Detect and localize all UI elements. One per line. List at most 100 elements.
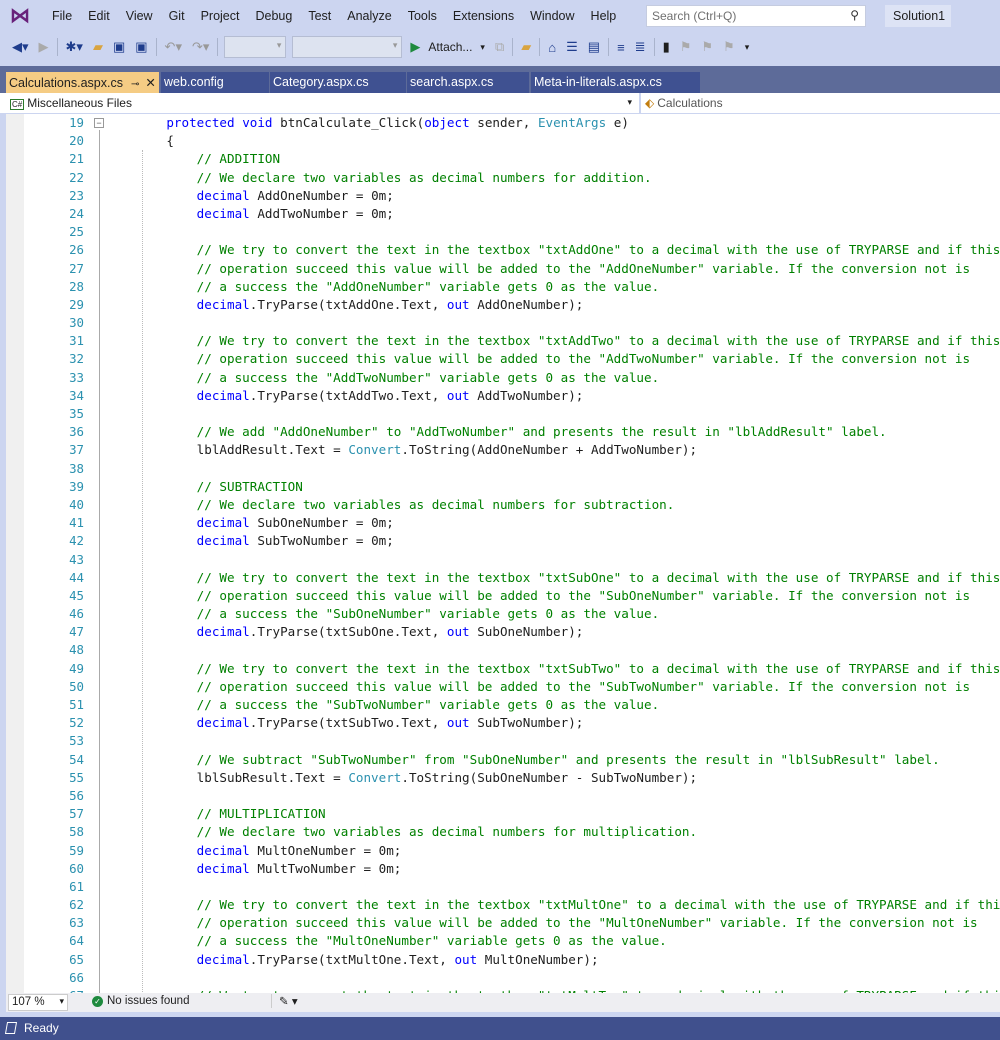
code-line[interactable]: [136, 641, 1000, 659]
home-icon[interactable]: ⌂: [546, 40, 558, 55]
code-line[interactable]: [136, 223, 1000, 241]
menu-help[interactable]: Help: [583, 9, 625, 23]
code-line[interactable]: // operation succeed this value will be …: [136, 678, 1000, 696]
find-in-files-icon[interactable]: ▰: [519, 39, 533, 55]
code-line[interactable]: // a success the "AddOneNumber" variable…: [136, 278, 1000, 296]
code-line[interactable]: decimal.TryParse(txtAddTwo.Text, out Add…: [136, 387, 1000, 405]
comment-icon[interactable]: ≡: [615, 40, 627, 55]
tab-calculations[interactable]: Calculations.aspx.cs ⊸ ✕: [6, 72, 159, 93]
platform-dropdown[interactable]: [292, 36, 403, 58]
uncomment-icon[interactable]: ≣: [633, 39, 648, 55]
code-line[interactable]: lblSubResult.Text = Convert.ToString(Sub…: [136, 769, 1000, 787]
code-line[interactable]: decimal SubOneNumber = 0m;: [136, 514, 1000, 532]
forward-icon[interactable]: ▶: [37, 39, 51, 55]
code-line[interactable]: // We declare two variables as decimal n…: [136, 496, 1000, 514]
code-line[interactable]: [136, 405, 1000, 423]
solution-name[interactable]: Solution1: [885, 5, 951, 27]
code-line[interactable]: // We subtract "SubTwoNumber" from "SubO…: [136, 751, 1000, 769]
code-line[interactable]: // We try to convert the text in the tex…: [136, 896, 1000, 914]
visual-studio-logo-icon[interactable]: ⋈: [10, 5, 36, 27]
menu-file[interactable]: File: [44, 9, 80, 23]
code-text[interactable]: protected void btnCalculate_Click(object…: [136, 114, 1000, 993]
code-line[interactable]: lblAddResult.Text = Convert.ToString(Add…: [136, 441, 1000, 459]
code-line[interactable]: // operation succeed this value will be …: [136, 260, 1000, 278]
code-line[interactable]: [136, 314, 1000, 332]
code-line[interactable]: decimal SubTwoNumber = 0m;: [136, 532, 1000, 550]
save-icon[interactable]: ▣: [111, 39, 127, 55]
code-line[interactable]: // ADDITION: [136, 150, 1000, 168]
code-line[interactable]: // operation succeed this value will be …: [136, 350, 1000, 368]
attach-button[interactable]: Attach...: [428, 40, 472, 54]
code-line[interactable]: decimal.TryParse(txtSubOne.Text, out Sub…: [136, 623, 1000, 641]
code-line[interactable]: decimal AddTwoNumber = 0m;: [136, 205, 1000, 223]
code-line[interactable]: // We try to convert the text in the tex…: [136, 569, 1000, 587]
search-input[interactable]: Search (Ctrl+Q) ⚲: [646, 5, 866, 27]
code-editor[interactable]: 19 20 21 22 23 24 25 26 27 28 29 30 31 32 33 34 35 36 37 38…: [6, 114, 1000, 993]
back-icon[interactable]: ◀▾: [10, 39, 31, 55]
code-line[interactable]: [136, 732, 1000, 750]
tab-web-config[interactable]: web.config: [161, 72, 269, 93]
browser-link-icon[interactable]: ⧉: [493, 39, 506, 55]
save-all-icon[interactable]: ▣: [133, 39, 149, 55]
menu-debug[interactable]: Debug: [247, 9, 300, 23]
code-line[interactable]: // a success the "SubTwoNumber" variable…: [136, 696, 1000, 714]
code-line[interactable]: // a success the "AddTwoNumber" variable…: [136, 369, 1000, 387]
code-line[interactable]: decimal.TryParse(txtSubTwo.Text, out Sub…: [136, 714, 1000, 732]
code-line[interactable]: // We declare two variables as decimal n…: [136, 823, 1000, 841]
previous-bookmark-icon[interactable]: ⚑: [678, 39, 694, 55]
menu-analyze[interactable]: Analyze: [339, 9, 399, 23]
configuration-dropdown[interactable]: [224, 36, 287, 58]
issues-indicator[interactable]: ✓ No issues found: [92, 995, 189, 1007]
tab-meta-in-literals[interactable]: Meta-in-literals.aspx.cs: [531, 72, 700, 93]
member-dropdown[interactable]: ⬖ Calculations: [639, 93, 723, 113]
code-line[interactable]: // We try to convert the text in the tex…: [136, 241, 1000, 259]
project-dropdown[interactable]: C# Miscellaneous Files ▾: [6, 93, 634, 113]
code-line[interactable]: {: [136, 132, 1000, 150]
code-line[interactable]: decimal MultOneNumber = 0m;: [136, 842, 1000, 860]
code-line[interactable]: [136, 551, 1000, 569]
code-line[interactable]: decimal.TryParse(txtMultOne.Text, out Mu…: [136, 951, 1000, 969]
menu-window[interactable]: Window: [522, 9, 582, 23]
code-line[interactable]: decimal.TryParse(txtAddOne.Text, out Add…: [136, 296, 1000, 314]
pin-icon[interactable]: ⊸: [131, 79, 139, 90]
code-line[interactable]: [136, 460, 1000, 478]
menu-git[interactable]: Git: [161, 9, 193, 23]
code-line[interactable]: [136, 787, 1000, 805]
code-line[interactable]: decimal MultTwoNumber = 0m;: [136, 860, 1000, 878]
menu-extensions[interactable]: Extensions: [445, 9, 522, 23]
zoom-dropdown[interactable]: 107 %: [8, 994, 68, 1011]
tab-category[interactable]: Category.aspx.cs: [270, 72, 406, 93]
code-line[interactable]: // We try to convert the text in the tex…: [136, 660, 1000, 678]
toolbar-overflow-icon[interactable]: ▾: [743, 42, 752, 53]
menu-tools[interactable]: Tools: [400, 9, 445, 23]
redo-icon[interactable]: ↷▾: [190, 39, 211, 55]
code-line[interactable]: // operation succeed this value will be …: [136, 587, 1000, 605]
start-icon[interactable]: ▶: [408, 39, 422, 55]
properties-icon[interactable]: ▤: [586, 39, 602, 55]
code-line[interactable]: protected void btnCalculate_Click(object…: [136, 114, 1000, 132]
code-line[interactable]: decimal AddOneNumber = 0m;: [136, 187, 1000, 205]
menu-edit[interactable]: Edit: [80, 9, 118, 23]
code-line[interactable]: // a success the "SubOneNumber" variable…: [136, 605, 1000, 623]
code-line[interactable]: // operation succeed this value will be …: [136, 914, 1000, 932]
menu-view[interactable]: View: [118, 9, 161, 23]
code-line[interactable]: [136, 878, 1000, 896]
code-line[interactable]: // SUBTRACTION: [136, 478, 1000, 496]
close-icon[interactable]: ✕: [145, 76, 155, 90]
new-project-icon[interactable]: ✱▾: [64, 39, 85, 55]
code-line[interactable]: // We declare two variables as decimal n…: [136, 169, 1000, 187]
tab-search[interactable]: search.aspx.cs: [407, 72, 529, 93]
menu-project[interactable]: Project: [193, 9, 248, 23]
clear-bookmarks-icon[interactable]: ⚑: [721, 39, 737, 55]
code-line[interactable]: // We try to convert the text in the tex…: [136, 332, 1000, 350]
bookmark-icon[interactable]: ▮: [661, 39, 672, 55]
open-folder-icon[interactable]: ▰: [91, 39, 105, 55]
undo-icon[interactable]: ↶▾: [163, 39, 184, 55]
code-line[interactable]: // We add "AddOneNumber" to "AddTwoNumbe…: [136, 423, 1000, 441]
code-line[interactable]: // MULTIPLICATION: [136, 805, 1000, 823]
code-cleanup-icon[interactable]: ✎ ▾: [271, 994, 298, 1008]
code-line[interactable]: // a success the "MultOneNumber" variabl…: [136, 932, 1000, 950]
menu-test[interactable]: Test: [300, 9, 339, 23]
attach-dropdown-icon[interactable]: ▾: [478, 42, 487, 53]
next-bookmark-icon[interactable]: ⚑: [699, 39, 715, 55]
